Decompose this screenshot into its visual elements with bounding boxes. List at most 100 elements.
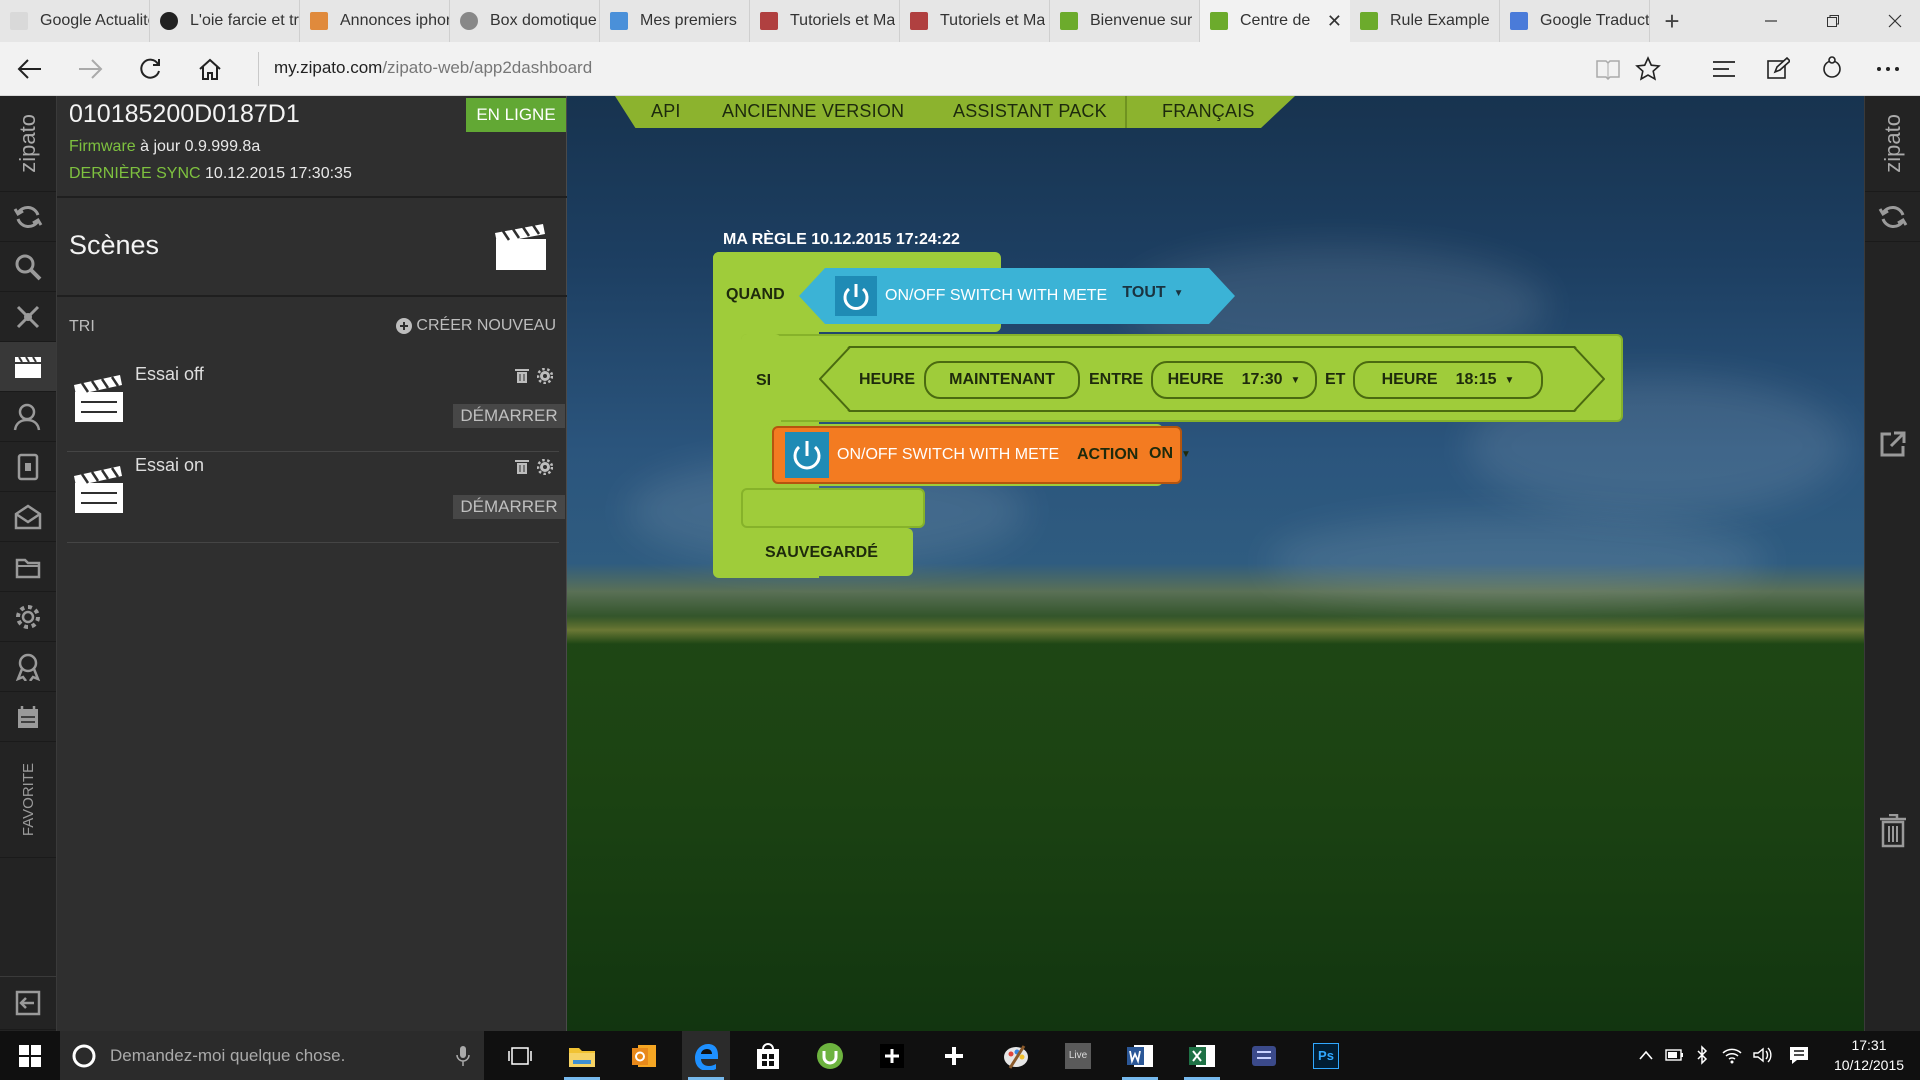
sidebar-item-calendar[interactable] (0, 692, 56, 742)
back-button[interactable] (12, 53, 48, 85)
sidebar-item-sync[interactable] (0, 192, 56, 242)
create-new-button[interactable]: CRÉER NOUVEAU (396, 317, 556, 335)
export-button[interactable] (1879, 430, 1907, 458)
browser-tab[interactable]: Google Traduction (1500, 0, 1650, 42)
start-scene-button[interactable]: DÉMARRER (453, 404, 565, 428)
notifications-icon[interactable] (1788, 1045, 1810, 1065)
browser-tab[interactable]: Box domotique (450, 0, 600, 42)
menu-item-language[interactable]: FRANÇAIS (1162, 101, 1255, 122)
sidebar-item-settings[interactable] (0, 592, 56, 642)
taskbar-app-plus-2[interactable] (930, 1031, 978, 1080)
tool-icon (1252, 1045, 1276, 1066)
browser-tab[interactable]: Rule Example (1350, 0, 1500, 42)
chevron-up-icon[interactable] (1638, 1049, 1654, 1061)
dropdown-caret-icon[interactable]: ▼ (1291, 375, 1301, 386)
now-slot[interactable]: MAINTENANT (924, 361, 1080, 399)
list-item[interactable]: Essai on DÉMARRER (67, 453, 565, 543)
cortana-search-box[interactable]: Demandez-moi quelque chose. (60, 1031, 484, 1080)
browser-tab-active[interactable]: Centre de ✕ (1200, 0, 1350, 42)
trash-icon[interactable] (515, 368, 529, 384)
sync-icon (13, 205, 43, 228)
taskbar-excel[interactable] (1178, 1031, 1226, 1080)
more-button[interactable] (1870, 53, 1906, 85)
gear-icon[interactable] (537, 459, 553, 475)
menu-item-api[interactable]: API (651, 101, 681, 122)
taskbar-app-plus[interactable] (868, 1031, 916, 1080)
sidebar-favorite[interactable]: FAVORITE (0, 742, 56, 858)
volume-icon[interactable] (1752, 1046, 1772, 1064)
start-button[interactable] (6, 1031, 54, 1080)
restore-button[interactable] (1810, 0, 1856, 42)
start-scene-button[interactable]: DÉMARRER (453, 495, 565, 519)
microphone-icon[interactable] (456, 1045, 470, 1067)
hour-from-slot[interactable]: HEURE 17:30 ▼ (1151, 361, 1317, 399)
taskbar-store[interactable] (744, 1031, 792, 1080)
cortana-circle-icon (72, 1044, 96, 1068)
taskbar-clock[interactable]: 17:31 10/12/2015 (1826, 1035, 1912, 1075)
tab-label: Google Traduction (1540, 12, 1649, 29)
delete-rule-button[interactable] (1879, 814, 1907, 848)
brand-logo[interactable]: zipato (0, 96, 56, 192)
browser-tab[interactable]: Google Actualités (0, 0, 150, 42)
browser-tab[interactable]: Mes premiers (600, 0, 750, 42)
taskbar-tool[interactable] (1240, 1031, 1288, 1080)
hour-label: HEURE (859, 371, 916, 388)
web-note-button[interactable] (1760, 53, 1796, 85)
hour-to-slot[interactable]: HEURE 18:15 ▼ (1353, 361, 1543, 399)
sidebar-item-folders[interactable] (0, 542, 56, 592)
url-field[interactable]: my.zipato.com/zipato-web/app2dashboard (274, 58, 592, 78)
taskbar-utorrent[interactable] (806, 1031, 854, 1080)
sidebar-item-devices[interactable] (0, 442, 56, 492)
gear-icon[interactable] (537, 368, 553, 384)
taskbar-paint[interactable] (992, 1031, 1040, 1080)
taskbar-outlook[interactable] (620, 1031, 668, 1080)
sidebar-item-badge[interactable] (0, 642, 56, 692)
taskbar-photoshop[interactable]: Ps (1302, 1031, 1350, 1080)
list-item[interactable]: Essai off DÉMARRER (67, 362, 565, 452)
ellipsis-icon (1877, 67, 1899, 71)
minimize-button[interactable] (1748, 0, 1794, 42)
new-tab-button[interactable]: + (1656, 4, 1688, 38)
hub-button[interactable] (1706, 53, 1742, 85)
taskbar-word[interactable] (1116, 1031, 1164, 1080)
taskbar-file-explorer[interactable] (558, 1031, 606, 1080)
menu-item-assistant-pack[interactable]: ASSISTANT PACK (953, 101, 1107, 122)
browser-tab[interactable]: Tutoriels et Ma (750, 0, 900, 42)
brand-logo[interactable]: zipato (1865, 96, 1920, 192)
browser-tab[interactable]: Tutoriels et Ma (900, 0, 1050, 42)
trash-icon[interactable] (515, 459, 529, 475)
sidebar-item-search[interactable] (0, 242, 56, 292)
sidebar-item-users[interactable] (0, 392, 56, 442)
logout-button[interactable] (0, 976, 56, 1030)
task-view-icon (508, 1046, 532, 1065)
tab-label: Mes premiers (640, 12, 737, 29)
wifi-icon[interactable] (1722, 1046, 1742, 1064)
menu-item-old-version[interactable]: ANCIENNE VERSION (722, 101, 904, 122)
favorite-star-button[interactable] (1630, 53, 1666, 85)
share-button[interactable] (1814, 53, 1850, 85)
sort-button[interactable]: TRI (69, 318, 95, 336)
home-button[interactable] (192, 53, 228, 85)
browser-tab[interactable]: Annonces iphone (300, 0, 450, 42)
reading-view-button[interactable] (1590, 53, 1626, 85)
close-window-button[interactable] (1872, 0, 1918, 42)
forward-button[interactable] (72, 53, 108, 85)
browser-tab[interactable]: Bienvenue sur (1050, 0, 1200, 42)
taskbar-task-view[interactable] (496, 1031, 544, 1080)
refresh-button[interactable] (132, 53, 168, 85)
taskbar-edge[interactable] (682, 1031, 730, 1080)
sidebar-item-messages[interactable] (0, 492, 56, 542)
sidebar-item-scenes[interactable] (0, 342, 56, 392)
rule-canvas[interactable]: API ANCIENNE VERSION ASSISTANT PACK FRAN… (567, 96, 1864, 1031)
tab-close-icon[interactable]: ✕ (1327, 11, 1342, 32)
battery-icon[interactable] (1664, 1047, 1684, 1063)
bluetooth-icon[interactable] (1696, 1045, 1708, 1065)
when-mode-dropdown[interactable]: TOUT ▼ (1112, 275, 1194, 311)
dropdown-caret-icon[interactable]: ▼ (1505, 375, 1515, 386)
browser-tab[interactable]: L'oie farcie et trucs (150, 0, 300, 42)
action-value-dropdown[interactable]: ON ▼ (1149, 435, 1207, 473)
taskbar-live[interactable]: Live (1054, 1031, 1102, 1080)
sidebar-item-network[interactable] (0, 292, 56, 342)
sync-button[interactable] (1865, 192, 1920, 242)
minimize-icon (1765, 20, 1777, 22)
